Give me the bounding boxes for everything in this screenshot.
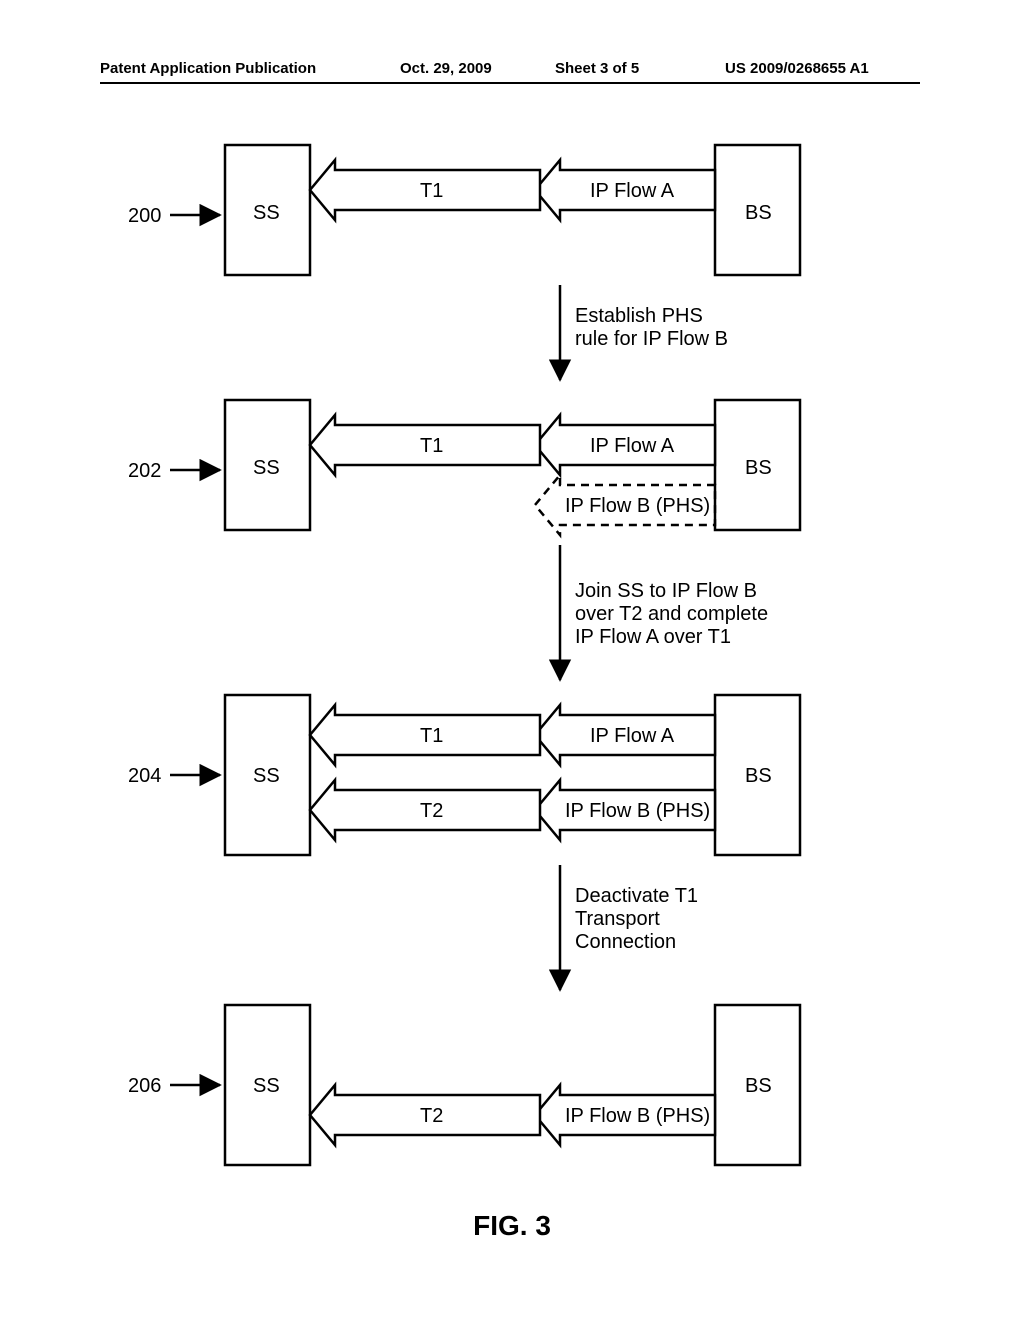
ss-box-202: SS — [253, 457, 280, 480]
t2-206: T2 — [420, 1105, 443, 1128]
stage-206 — [225, 1005, 800, 1165]
ss-box-204: SS — [253, 765, 280, 788]
bs-box-202: BS — [745, 457, 772, 480]
ss-box-206: SS — [253, 1075, 280, 1098]
header-publication: Patent Application Publication — [100, 60, 316, 77]
ref-200: 200 — [128, 205, 161, 228]
flowB-206: IP Flow B (PHS) — [565, 1105, 710, 1128]
bs-box-206: BS — [745, 1075, 772, 1098]
stage-204 — [225, 695, 800, 855]
flowB-204: IP Flow B (PHS) — [565, 800, 710, 823]
step-3: Deactivate T1 Transport Connection — [575, 885, 698, 954]
step-2: Join SS to IP Flow B over T2 and complet… — [575, 580, 768, 649]
bs-box-200: BS — [745, 202, 772, 225]
t1-204: T1 — [420, 725, 443, 748]
flowA-202: IP Flow A — [590, 435, 674, 458]
ref-206: 206 — [128, 1075, 161, 1098]
header-date: Oct. 29, 2009 — [400, 60, 492, 77]
flowA-204: IP Flow A — [590, 725, 674, 748]
header-sheet: Sheet 3 of 5 — [555, 60, 639, 77]
ref-202: 202 — [128, 460, 161, 483]
figure-3: .box { fill:#fff; stroke:#000; stroke-wi… — [0, 110, 1024, 1210]
t1-202: T1 — [420, 435, 443, 458]
ss-box-200: SS — [253, 202, 280, 225]
step-1: Establish PHS rule for IP Flow B — [575, 305, 728, 351]
header-divider — [100, 82, 920, 84]
flowA-200: IP Flow A — [590, 180, 674, 203]
t1-200: T1 — [420, 180, 443, 203]
flowB-202: IP Flow B (PHS) — [565, 495, 710, 518]
figure-caption: FIG. 3 — [0, 1210, 1024, 1242]
stage-200 — [225, 145, 800, 275]
stage-202 — [225, 400, 800, 535]
header-number: US 2009/0268655 A1 — [725, 60, 869, 77]
bs-box-204: BS — [745, 765, 772, 788]
t2-204: T2 — [420, 800, 443, 823]
ref-204: 204 — [128, 765, 161, 788]
